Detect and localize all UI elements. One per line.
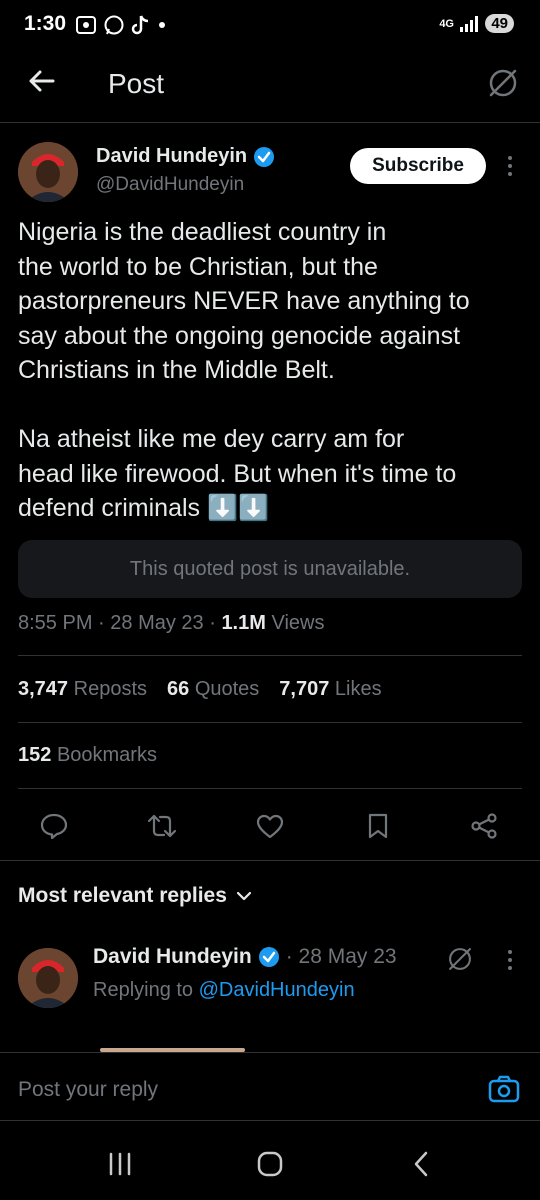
- comment-icon: [40, 813, 68, 840]
- tiktok-icon: [131, 15, 149, 35]
- divider: [18, 655, 522, 656]
- status-bar: 1:30 4G 49: [0, 0, 540, 52]
- reply-grok-button[interactable]: [446, 945, 474, 973]
- likes-stat[interactable]: 7,707 Likes: [279, 678, 381, 701]
- grok-icon: [449, 948, 471, 970]
- post-more-options-button[interactable]: [500, 154, 520, 178]
- quotes-stat[interactable]: 66 Quotes: [167, 678, 259, 701]
- chevron-left-icon: [414, 1151, 428, 1177]
- replying-to-prefix: Replying to: [93, 979, 194, 1001]
- status-time: 1:30: [24, 12, 67, 35]
- verified-badge-icon: [258, 947, 279, 967]
- chevron-down-icon: [236, 891, 252, 901]
- signal-icon: [460, 15, 479, 32]
- bookmark-icon: [368, 813, 388, 839]
- post-meta: 8:55 PM · 28 May 23 · 1.1M Views: [18, 612, 325, 634]
- replying-to-handle-link[interactable]: @DavidHundeyin: [199, 979, 355, 1001]
- reposts-stat[interactable]: 3,747 Reposts: [18, 678, 147, 701]
- recent-apps-icon: [109, 1152, 131, 1176]
- author-avatar[interactable]: [18, 142, 78, 202]
- bookmarks-count: 152: [18, 744, 52, 766]
- verified-badge-icon: [254, 146, 275, 167]
- reply-input[interactable]: Post your reply: [18, 1078, 158, 1102]
- repost-button[interactable]: [142, 806, 182, 846]
- author-name[interactable]: David Hundeyin: [96, 145, 247, 168]
- repost-icon: [147, 814, 177, 838]
- views-count: 1.1M: [221, 612, 266, 634]
- replies-sort-dropdown[interactable]: Most relevant replies: [18, 884, 253, 908]
- arrow-left-icon: [29, 70, 55, 92]
- post-time: 8:55 PM: [18, 612, 93, 634]
- bookmarks-label: Bookmarks: [56, 744, 157, 766]
- quotes-count: 66: [167, 678, 190, 700]
- replies-heading: Most relevant replies: [18, 884, 227, 907]
- status-system-icons: 4G 49: [439, 14, 514, 33]
- reply-header: David Hundeyin · 28 May 23: [93, 945, 397, 969]
- reposts-count: 3,747: [18, 678, 69, 700]
- quotes-label: Quotes: [194, 678, 260, 700]
- whatsapp-icon: [104, 15, 124, 35]
- grok-icon: [489, 69, 517, 97]
- more-notifications-dot-icon: [159, 22, 165, 28]
- more-vertical-icon: [508, 156, 512, 176]
- divider: [0, 860, 540, 861]
- screenshot-icon: [76, 16, 96, 34]
- battery-indicator: 49: [485, 14, 514, 33]
- avatar-portrait-icon: [18, 948, 78, 1008]
- avatar-portrait-icon: [18, 142, 78, 202]
- heart-icon: [256, 814, 284, 839]
- camera-icon: [488, 1075, 520, 1103]
- quoted-post-unavailable: This quoted post is unavailable.: [18, 540, 522, 598]
- share-icon: [471, 813, 497, 839]
- top-bar: [0, 52, 540, 123]
- divider: [18, 788, 522, 789]
- grok-button[interactable]: [486, 66, 520, 100]
- divider: [18, 722, 522, 723]
- post-date: 28 May 23: [110, 612, 204, 634]
- page-title: Post: [108, 68, 165, 99]
- subscribe-button[interactable]: Subscribe: [350, 148, 486, 184]
- system-back-button[interactable]: [408, 1150, 436, 1178]
- reply-date: · 28 May 23: [285, 945, 397, 968]
- reposts-label: Reposts: [73, 678, 147, 700]
- reply-author-avatar[interactable]: [18, 948, 78, 1008]
- views-label: Views: [271, 612, 325, 634]
- network-type-icon: 4G: [439, 17, 454, 30]
- likes-count: 7,707: [279, 678, 330, 700]
- status-notification-icons: [75, 14, 167, 36]
- reply-button[interactable]: [34, 806, 74, 846]
- bookmark-button[interactable]: [358, 806, 398, 846]
- more-vertical-icon: [508, 950, 512, 970]
- reply-author-name[interactable]: David Hundeyin: [93, 945, 252, 969]
- replying-to: Replying to @DavidHundeyin: [93, 979, 355, 1002]
- post-stats: 3,747 Reposts 66 Quotes 7,707 Likes: [18, 678, 382, 701]
- like-button[interactable]: [250, 806, 290, 846]
- recent-apps-button[interactable]: [106, 1150, 134, 1178]
- home-icon: [257, 1151, 283, 1177]
- bookmarks-stat[interactable]: 152 Bookmarks: [18, 744, 157, 767]
- reply-more-options-button[interactable]: [500, 948, 520, 972]
- back-button[interactable]: [26, 66, 56, 96]
- post-text: Nigeria is the deadliest country in the …: [18, 218, 470, 522]
- likes-label: Likes: [334, 678, 382, 700]
- home-button[interactable]: [256, 1150, 284, 1178]
- share-button[interactable]: [464, 806, 504, 846]
- author-name-row[interactable]: David Hundeyin: [96, 145, 275, 168]
- add-media-button[interactable]: [488, 1074, 520, 1104]
- author-handle[interactable]: @DavidHundeyin: [96, 174, 244, 196]
